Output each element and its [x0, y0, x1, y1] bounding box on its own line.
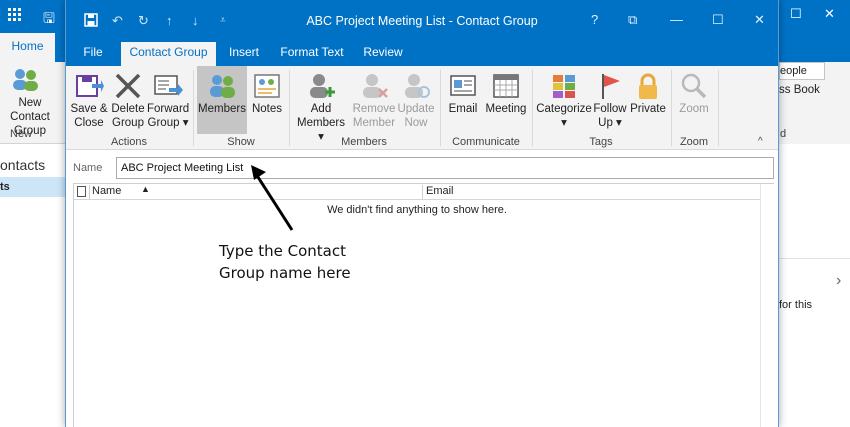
vertical-scrollbar[interactable] — [760, 184, 774, 427]
group-label-communicate: Communicate — [452, 136, 520, 148]
tab-insert[interactable]: Insert — [224, 42, 264, 66]
collapse-ribbon-icon[interactable]: ^ — [758, 136, 763, 147]
save-close-icon — [76, 75, 104, 97]
categorize-icon — [553, 75, 575, 98]
tab-review[interactable]: Review — [358, 42, 408, 66]
column-header-name[interactable]: Name — [92, 185, 121, 197]
nav-contacts-heading: ontacts — [0, 157, 46, 173]
group-label-tags: Tags — [589, 136, 613, 148]
nav-selected-folder[interactable]: ts — [0, 177, 65, 197]
ribbon: Save & Close Delete Group Forward Group … — [66, 66, 778, 150]
help-icon[interactable]: ? — [591, 12, 598, 27]
address-book-button[interactable]: ss Book — [779, 84, 820, 96]
list-header: Name ▲ Email — [74, 184, 760, 200]
reading-divider — [779, 258, 850, 259]
ribbon-separator — [440, 70, 441, 146]
notes-view-button[interactable]: Notes — [249, 66, 285, 134]
group-label-show: Show — [227, 136, 255, 148]
delete-x-icon — [115, 73, 141, 99]
tab-format-text[interactable]: Format Text — [276, 42, 348, 66]
ribbon-separator — [193, 70, 194, 146]
column-divider[interactable] — [89, 185, 90, 199]
ribbon-separator — [671, 70, 672, 146]
magnifier-icon — [681, 73, 707, 99]
tab-home[interactable]: Home — [0, 33, 55, 62]
find-group-label: d — [780, 128, 787, 140]
forward-icon — [154, 75, 183, 96]
ribbon-display-options-icon[interactable]: ⧉ — [628, 12, 637, 28]
ribbon-separator — [532, 70, 533, 146]
zoom-button[interactable]: Zoom — [674, 66, 714, 134]
categorize-button[interactable]: Categorize ▾ — [535, 66, 593, 134]
delete-group-button[interactable]: Delete Group — [109, 66, 147, 134]
members-icon — [210, 75, 235, 98]
flag-icon — [602, 74, 620, 99]
close-icon[interactable]: ✕ — [754, 12, 765, 28]
group-label-actions: Actions — [110, 136, 148, 148]
main-close-icon[interactable]: ✕ — [824, 6, 835, 22]
sort-ascending-icon: ▲ — [141, 184, 150, 194]
update-icon — [405, 74, 430, 98]
notes-icon — [254, 74, 280, 98]
app-launcher-icon[interactable] — [8, 8, 22, 22]
add-member-icon — [310, 74, 335, 98]
ribbon-separator — [718, 70, 719, 146]
email-icon — [450, 75, 476, 96]
name-label: Name — [73, 162, 103, 174]
meeting-button[interactable]: Meeting — [484, 66, 528, 134]
annotation-arrow-icon — [251, 165, 294, 231]
empty-list-message: We didn't find anything to show here. — [327, 204, 507, 216]
remove-member-button[interactable]: Remove Member — [351, 66, 397, 134]
minimize-icon[interactable]: — — [670, 12, 683, 27]
chevron-right-icon[interactable]: › — [836, 272, 841, 290]
ribbon-tabs: File Contact Group Insert Format Text Re… — [66, 42, 778, 67]
forward-group-button[interactable]: Forward Group ▾ — [147, 66, 189, 134]
tab-file[interactable]: File — [76, 42, 110, 66]
main-restore-icon[interactable]: ☐ — [790, 6, 802, 22]
window-titlebar: ↶ ↻ ↑ ↓ ⩡ ABC Project Meeting List - Con… — [66, 0, 778, 42]
annotation-line-2: Group name here — [219, 264, 351, 282]
maximize-icon[interactable]: ☐ — [712, 12, 724, 28]
reading-pane-text: for this — [779, 299, 813, 311]
update-now-button[interactable]: Update Now — [397, 66, 435, 134]
add-members-button[interactable]: Add Members ▾ — [293, 66, 349, 143]
private-button[interactable]: Private — [629, 66, 667, 134]
annotation-text: Type the Contact Group name here — [219, 240, 351, 284]
email-button[interactable]: Email — [444, 66, 482, 134]
contact-group-window: ↶ ↻ ↑ ↓ ⩡ ABC Project Meeting List - Con… — [65, 0, 779, 427]
group-label-members: Members — [341, 136, 387, 148]
members-view-button[interactable]: Members — [197, 66, 247, 134]
column-header-email[interactable]: Email — [426, 185, 454, 197]
annotation-line-1: Type the Contact — [219, 242, 346, 260]
new-contact-group-icon — [13, 69, 38, 91]
group-name-input[interactable]: ABC Project Meeting List — [116, 157, 774, 179]
remove-member-icon — [363, 74, 388, 98]
column-divider[interactable] — [422, 185, 423, 199]
lock-icon — [639, 73, 657, 99]
calendar-icon — [493, 74, 519, 98]
save-icon[interactable]: 🖫 — [43, 8, 55, 32]
item-type-icon[interactable] — [77, 186, 86, 197]
ribbon-separator — [289, 70, 290, 146]
group-label-zoom: Zoom — [679, 136, 709, 148]
new-group-label: New — [10, 128, 33, 140]
follow-up-button[interactable]: Follow Up ▾ — [593, 66, 627, 134]
tab-contact-group[interactable]: Contact Group — [121, 42, 216, 67]
search-people-input[interactable]: eople — [779, 62, 825, 80]
save-close-button[interactable]: Save & Close — [69, 66, 109, 134]
members-list: Name ▲ Email We didn't find anything to … — [73, 183, 774, 427]
